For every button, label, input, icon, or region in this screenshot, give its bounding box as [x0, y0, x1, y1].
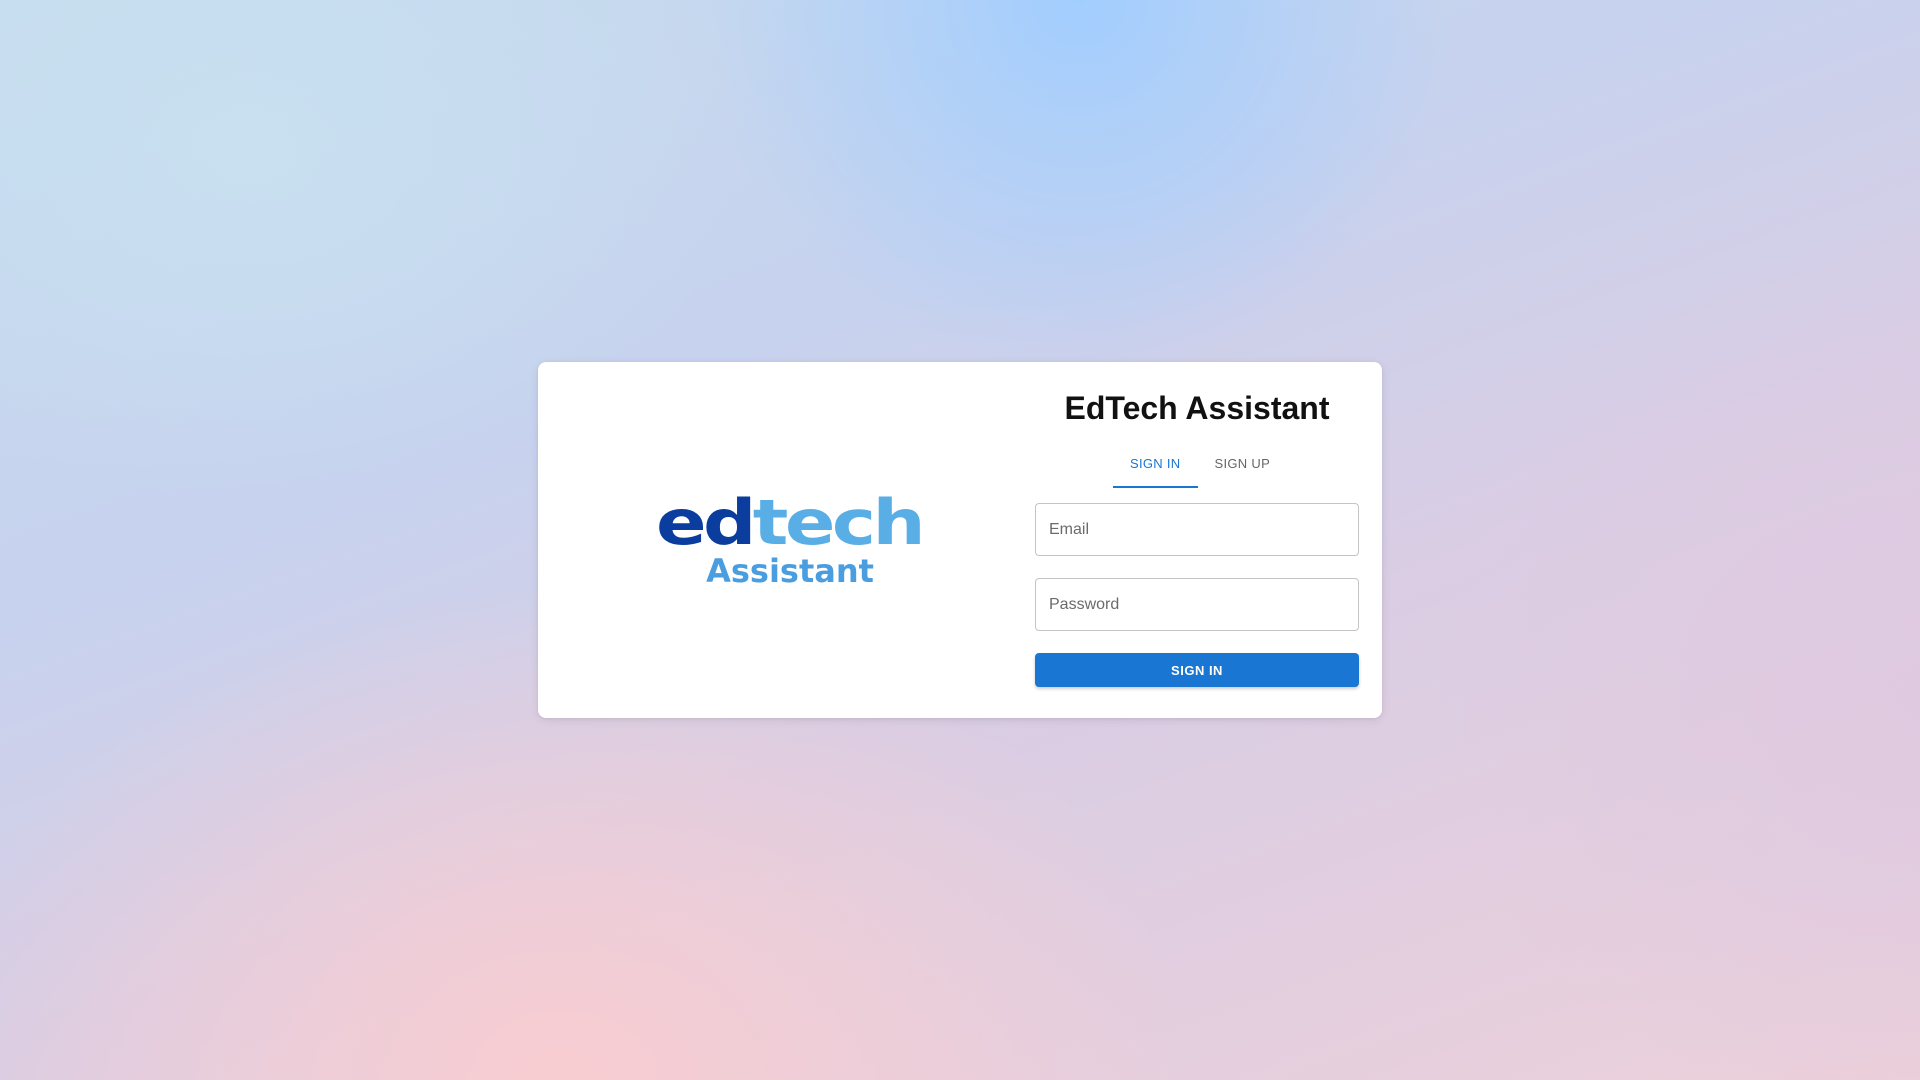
- logo-text-tech: tech: [753, 486, 922, 559]
- sign-in-form: EdTech Assistant SIGN IN SIGN UP SIGN IN: [1035, 362, 1359, 718]
- auth-tabs: SIGN IN SIGN UP: [1113, 448, 1287, 488]
- email-field-container: [1035, 503, 1359, 556]
- tab-sign-up[interactable]: SIGN UP: [1198, 448, 1288, 488]
- password-field[interactable]: [1036, 579, 1358, 630]
- tab-sign-in[interactable]: SIGN IN: [1113, 448, 1198, 488]
- sign-in-button[interactable]: SIGN IN: [1035, 653, 1359, 687]
- logo-panel: ed tech Assistant: [538, 362, 1038, 718]
- logo-subtitle: Assistant: [706, 552, 874, 586]
- app-title: EdTech Assistant: [1064, 390, 1330, 426]
- email-field[interactable]: [1036, 504, 1358, 555]
- svg-text:edtech: ed tech: [656, 486, 922, 559]
- edtech-logo: ed tech Assistant: [656, 486, 924, 586]
- password-field-container: [1035, 578, 1359, 631]
- logo-text-ed: ed: [656, 486, 753, 559]
- login-card: ed tech Assistant EdTech Assistant SIGN I…: [538, 362, 1382, 718]
